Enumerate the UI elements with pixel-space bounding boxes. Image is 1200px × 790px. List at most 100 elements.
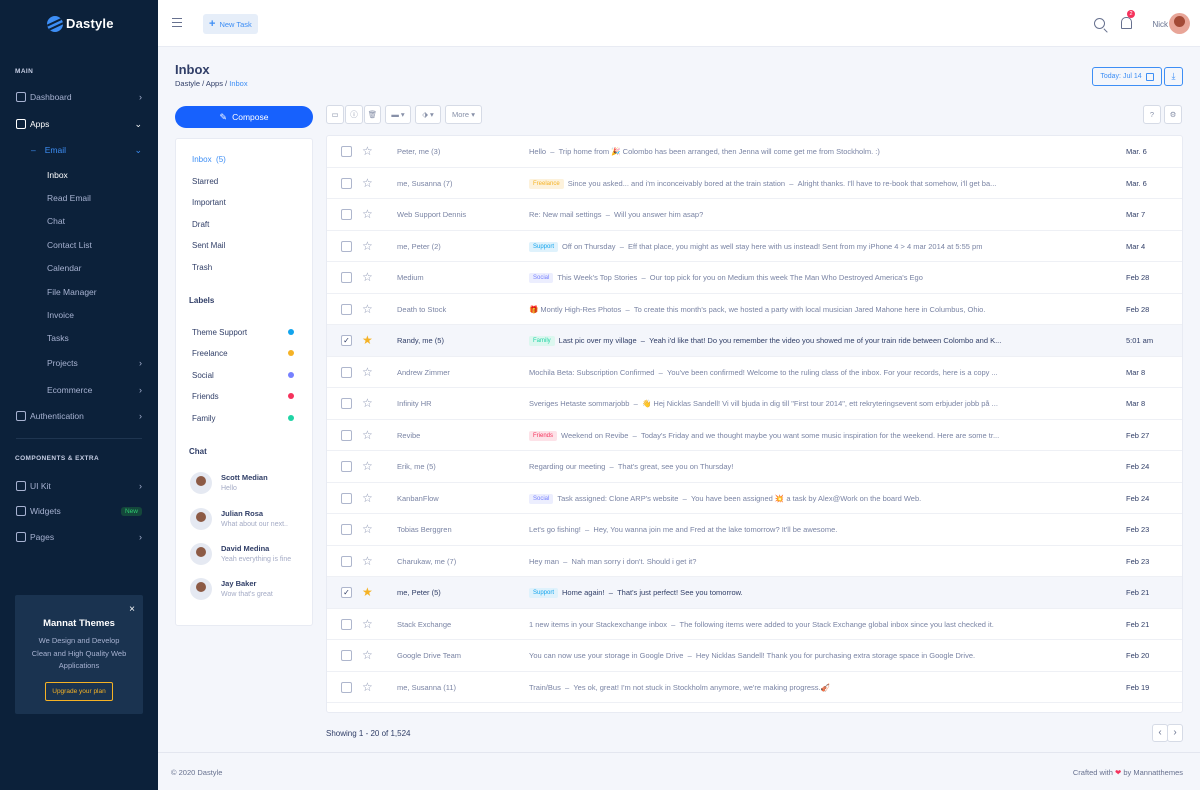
download-button[interactable]: ⤓ (1164, 67, 1183, 86)
star-icon[interactable]: ★ (362, 333, 373, 347)
prev-page-button[interactable]: ‹ (1152, 724, 1168, 742)
star-icon[interactable]: ☆ (362, 459, 373, 473)
email-checkbox[interactable]: ✓ (341, 587, 352, 598)
email-row[interactable]: ✓ ★ Randy, me (5) Family Last pic over my vi… (327, 325, 1182, 357)
email-row[interactable]: ☆ me, Peter (2) Support Off on Thursday – E… (327, 231, 1182, 262)
sidebar-item-authentication[interactable]: Authentication › (16, 411, 142, 421)
upgrade-button[interactable]: Upgrade your plan (45, 681, 113, 701)
folder-draft[interactable]: Draft (192, 220, 209, 229)
report-spam-button[interactable]: ⓘ (345, 105, 363, 124)
help-button[interactable]: ? (1143, 105, 1161, 124)
email-checkbox[interactable] (341, 618, 352, 630)
label-family[interactable]: Family (192, 414, 294, 423)
star-icon[interactable]: ☆ (362, 522, 373, 536)
sidebar-item-chat[interactable]: Chat (47, 216, 142, 226)
folder-trash[interactable]: Trash (192, 263, 212, 272)
email-row[interactable]: ✓ ★ me, Peter (5) Support Home again! – That… (327, 577, 1182, 609)
sidebar-item-read-email[interactable]: Read Email (47, 193, 142, 203)
email-checkbox[interactable] (341, 366, 352, 378)
folder-inbox[interactable]: Inbox (5) (192, 155, 226, 164)
star-icon[interactable]: ☆ (362, 491, 373, 505)
email-row[interactable]: ☆ KanbanFlow Social Task assigned: Clone AR… (327, 483, 1182, 514)
folder-important[interactable]: Important (192, 198, 226, 207)
new-task-button[interactable]: + New Task (203, 14, 258, 34)
folder-starred[interactable]: Starred (192, 177, 218, 186)
settings-button[interactable]: ⚙ (1164, 105, 1182, 124)
email-checkbox[interactable] (341, 303, 352, 315)
star-icon[interactable]: ☆ (362, 239, 373, 253)
sidebar-item-tasks[interactable]: Tasks (47, 333, 142, 343)
label-theme-support[interactable]: Theme Support (192, 328, 294, 337)
email-checkbox[interactable] (341, 524, 352, 535)
chat-contact[interactable]: Jay Baker Wow that's great (190, 578, 304, 606)
label-button[interactable]: ⬗ ▾ (415, 105, 441, 124)
email-row[interactable]: ☆ Google Drive Team You can now use your s… (327, 640, 1182, 672)
email-checkbox[interactable] (341, 209, 352, 220)
email-row[interactable]: ☆ Infinity HR Sveriges Hetaste sommarjobb … (327, 388, 1182, 420)
star-icon[interactable]: ☆ (362, 617, 373, 631)
star-icon[interactable]: ☆ (362, 302, 373, 316)
sidebar-item-widgets[interactable]: Widgets New (16, 506, 142, 516)
folder-sent-mail[interactable]: Sent Mail (192, 241, 225, 250)
star-icon[interactable]: ☆ (362, 365, 373, 379)
star-icon[interactable]: ☆ (362, 428, 373, 442)
more-dropdown[interactable]: More ▾ (445, 105, 482, 124)
email-row[interactable]: ☆ Charukaw, me (7) Hey man – Nah man sorry… (327, 546, 1182, 577)
email-row[interactable]: ☆ Peter, me (3) Hello – Trip home from 🎉 C… (327, 136, 1182, 168)
chat-contact[interactable]: Julian Rosa What about our next.. (190, 508, 304, 536)
sidebar-item-projects[interactable]: Projects › (47, 358, 142, 368)
close-icon[interactable]: × (129, 604, 135, 615)
sidebar-item-inbox[interactable]: Inbox (47, 170, 142, 180)
email-row[interactable]: ☆ Medium Social This Week's Top Stories – O… (327, 262, 1182, 294)
email-row[interactable]: ☆ me, Susanna (7) Freelance Since you asked… (327, 168, 1182, 199)
user-avatar[interactable] (1169, 13, 1190, 34)
email-checkbox[interactable] (341, 492, 352, 504)
email-checkbox[interactable] (341, 461, 352, 472)
sidebar-item-calendar[interactable]: Calendar (47, 263, 142, 273)
email-row[interactable]: ☆ Stack Exchange 1 new items in your Stack… (327, 609, 1182, 640)
date-picker-button[interactable]: Today: Jul 14 (1092, 67, 1162, 86)
bell-icon[interactable] (1121, 17, 1132, 29)
email-checkbox[interactable] (341, 398, 352, 409)
star-icon[interactable]: ☆ (362, 144, 373, 158)
sidebar-item-contact-list[interactable]: Contact List (47, 240, 142, 250)
star-icon[interactable]: ☆ (362, 270, 373, 284)
email-checkbox[interactable]: ✓ (341, 335, 352, 346)
sidebar-item-ui-kit[interactable]: UI Kit › (16, 481, 142, 491)
star-icon[interactable]: ☆ (362, 648, 373, 662)
delete-button[interactable]: 🗑 (364, 105, 381, 124)
user-name[interactable]: Nick (1152, 20, 1168, 29)
move-to-folder-button[interactable]: ▬ ▾ (385, 105, 411, 124)
sidebar-item-file-manager[interactable]: File Manager (47, 287, 142, 297)
email-row[interactable]: ☆ Andrew Zimmer Mochila Beta: Subscription… (327, 357, 1182, 388)
email-checkbox[interactable] (341, 146, 352, 157)
sidebar-item-invoice[interactable]: Invoice (47, 310, 142, 320)
label-friends[interactable]: Friends (192, 392, 294, 401)
star-icon[interactable]: ☆ (362, 680, 373, 694)
star-icon[interactable]: ☆ (362, 207, 373, 221)
sidebar-item-dashboard[interactable]: Dashboard › (16, 92, 142, 102)
compose-button[interactable]: ✎ Compose (175, 106, 313, 128)
email-row[interactable]: ☆ Revibe Friends Weekend on Revibe – Today'… (327, 420, 1182, 451)
email-row[interactable]: ☆ Erik, me (5) Regarding our meeting – Tha… (327, 451, 1182, 483)
star-icon[interactable]: ☆ (362, 554, 373, 568)
sidebar-item-apps[interactable]: Apps ⌄ (16, 119, 142, 129)
menu-toggle-icon[interactable] (172, 18, 182, 29)
email-checkbox[interactable] (341, 240, 352, 252)
email-checkbox[interactable] (341, 555, 352, 567)
email-row[interactable]: ☆ me, Susanna (11) Train/Bus – Yes ok, gre… (327, 672, 1182, 703)
next-page-button[interactable]: › (1167, 724, 1183, 742)
email-row[interactable]: ☆ Tobias Berggren Let's go fishing! – Hey,… (327, 514, 1182, 546)
email-row[interactable]: ☆ Web Support Dennis Re: New mail settings… (327, 199, 1182, 231)
email-checkbox[interactable] (341, 177, 352, 189)
brand-logo[interactable]: Dastyle (0, 0, 158, 47)
search-icon[interactable] (1094, 18, 1105, 29)
label-freelance[interactable]: Freelance (192, 349, 294, 358)
label-social[interactable]: Social (192, 371, 294, 380)
breadcrumb-item[interactable]: Apps (206, 79, 223, 88)
sidebar-item-pages[interactable]: Pages › (16, 532, 142, 542)
email-checkbox[interactable] (341, 650, 352, 661)
email-checkbox[interactable] (341, 429, 352, 441)
sidebar-item-ecommerce[interactable]: Ecommerce › (47, 385, 142, 395)
star-icon[interactable]: ☆ (362, 176, 373, 190)
